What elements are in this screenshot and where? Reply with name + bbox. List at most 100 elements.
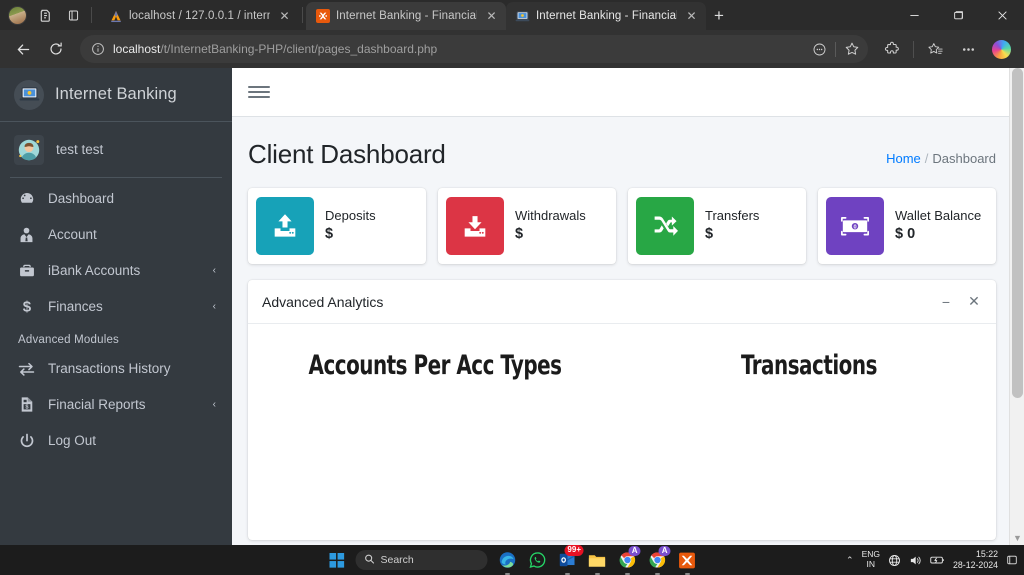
clock[interactable]: 15:22 28-12-2024 [953,549,998,570]
dollar-icon: $ [16,298,37,315]
page-viewport: Internet Banking test test Dashboard Acc… [0,68,1024,545]
close-icon[interactable]: ✕ [966,293,982,310]
browser-tab-internet-banking-2[interactable]: Internet Banking - Financial succe ✕ [506,2,706,30]
language-bottom: IN [866,559,876,569]
file-invoice-icon: $ [16,396,37,413]
sidebar-item-ibank-accounts[interactable]: iBank Accounts ‹ [8,256,224,285]
new-tab-button[interactable]: + [706,3,732,29]
sidebar-item-log-out[interactable]: Log Out [8,426,224,455]
hamburger-icon[interactable] [248,81,270,103]
breadcrumb-current: Dashboard [932,151,996,166]
address-bar[interactable]: localhost/t/InternetBanking-PHP/client/p… [80,35,868,63]
notification-badge: 99+ [564,544,584,556]
sidebar-item-account[interactable]: Account [8,220,224,249]
stat-card-wallet-balance[interactable]: 0 Wallet Balance $ 0 [818,188,996,264]
taskbar-app-outlook[interactable]: 99+ [557,544,584,575]
sidebar-item-dashboard[interactable]: Dashboard [8,184,224,213]
stat-card-value: $ 0 [895,226,916,243]
sidebar-item-label: Log Out [48,433,97,448]
split-screen-icon[interactable] [807,37,831,61]
browser-tab-internet-banking-1[interactable]: Internet Banking - Financial succe ✕ [306,2,506,30]
site-info-icon[interactable] [90,41,106,57]
breadcrumb-home-link[interactable]: Home [886,151,921,166]
reload-icon[interactable] [41,34,71,64]
taskbar-app-whatsapp[interactable] [527,550,548,571]
stat-card-transfers[interactable]: Transfers $ [628,188,806,264]
maximize-button[interactable] [936,0,980,30]
sidebar-brand-label: Internet Banking [55,85,177,103]
search-icon [365,554,375,567]
url-host: localhost [113,42,161,56]
minimize-button[interactable] [892,0,936,30]
sidebar-user-panel[interactable]: test test [0,122,232,177]
star-icon[interactable] [840,37,864,61]
chart-title: Transactions [741,350,877,381]
taskbar-app-edge[interactable] [497,550,518,575]
taskbar-center-group: Search 99+ A A [327,544,698,575]
power-off-icon [16,433,37,449]
app-running-indicator [684,572,690,575]
panel-title: Advanced Analytics [262,293,384,310]
breadcrumb: Home / Dashboard [886,151,996,170]
svg-text:0: 0 [853,224,856,230]
collections-icon[interactable] [920,34,950,64]
notification-icon[interactable] [1006,554,1018,566]
panel-tools: − ✕ [938,293,982,310]
volume-icon[interactable] [909,554,922,567]
taskbar-app-xampp[interactable] [677,550,698,575]
taskbar-app-chrome-2[interactable]: A [647,545,671,575]
page-scrollbar[interactable]: ▼ [1009,68,1024,545]
sidebar-item-finances[interactable]: $ Finances ‹ [8,292,224,321]
user-tie-icon [16,227,37,243]
profile-avatar-button[interactable] [4,2,30,28]
page-title: Client Dashboard [248,139,446,169]
copilot-icon[interactable] [986,34,1016,64]
minus-icon[interactable]: − [938,294,954,310]
url-text: localhost/t/InternetBanking-PHP/client/p… [113,42,800,56]
money-bill-icon: 0 [826,197,884,255]
browser-tab-phpmyadmin[interactable]: localhost / 127.0.0.1 / internetban ✕ [99,2,299,30]
tab-actions-icon[interactable] [32,2,58,28]
stat-card-value: $ [705,226,714,243]
network-icon[interactable] [888,554,901,567]
sidebar-item-transactions-history[interactable]: Transactions History [8,354,224,383]
sidebar-brand[interactable]: Internet Banking [0,68,232,122]
battery-icon[interactable] [930,554,945,566]
app-overlay-badge: A [628,545,641,556]
sidebar-item-financial-reports[interactable]: $ Finacial Reports ‹ [8,390,224,419]
back-arrow-icon[interactable] [8,34,38,64]
close-button[interactable] [980,0,1024,30]
scroll-down-arrow-icon[interactable]: ▼ [1010,533,1024,543]
sidebar-item-label: Finances [48,299,103,314]
stat-card-deposits[interactable]: Deposits $ [248,188,426,264]
stat-card-withdrawals[interactable]: Withdrawals $ [438,188,616,264]
ellipsis-icon[interactable] [953,34,983,64]
stat-card-value: $ [325,226,334,243]
close-icon[interactable]: ✕ [276,8,293,25]
omnibox-actions [807,37,864,61]
tab-strip: localhost / 127.0.0.1 / internetban ✕ In… [0,0,1024,30]
tab-divider [302,7,303,23]
taskbar-app-file-explorer[interactable] [587,550,608,575]
omnibox-divider [835,41,836,57]
app-running-indicator [504,572,510,575]
language-indicator[interactable]: ENG IN [862,549,880,570]
panel-header: Advanced Analytics − ✕ [248,280,996,324]
clock-time: 15:22 [975,549,998,560]
close-icon[interactable]: ✕ [483,8,500,25]
taskbar-app-chrome-1[interactable]: A [617,545,641,575]
tray-expand-chevron-icon[interactable]: ⌃ [846,555,854,566]
stat-card-label: Transfers [705,207,760,223]
sidebar-item-label: Transactions History [48,361,171,376]
sidebar-item-label: Account [48,227,97,242]
avatar [14,134,44,165]
chevron-icon: ‹ [212,265,216,276]
shuffle-icon [636,197,694,255]
close-icon[interactable]: ✕ [683,8,700,25]
taskbar-search-box[interactable]: Search [355,550,488,570]
windows-start-icon[interactable] [327,550,347,570]
scrollbar-thumb[interactable] [1012,68,1023,398]
stat-card-value: $ [515,226,524,243]
vertical-tabs-icon[interactable] [60,2,86,28]
extensions-puzzle-icon[interactable] [877,34,907,64]
